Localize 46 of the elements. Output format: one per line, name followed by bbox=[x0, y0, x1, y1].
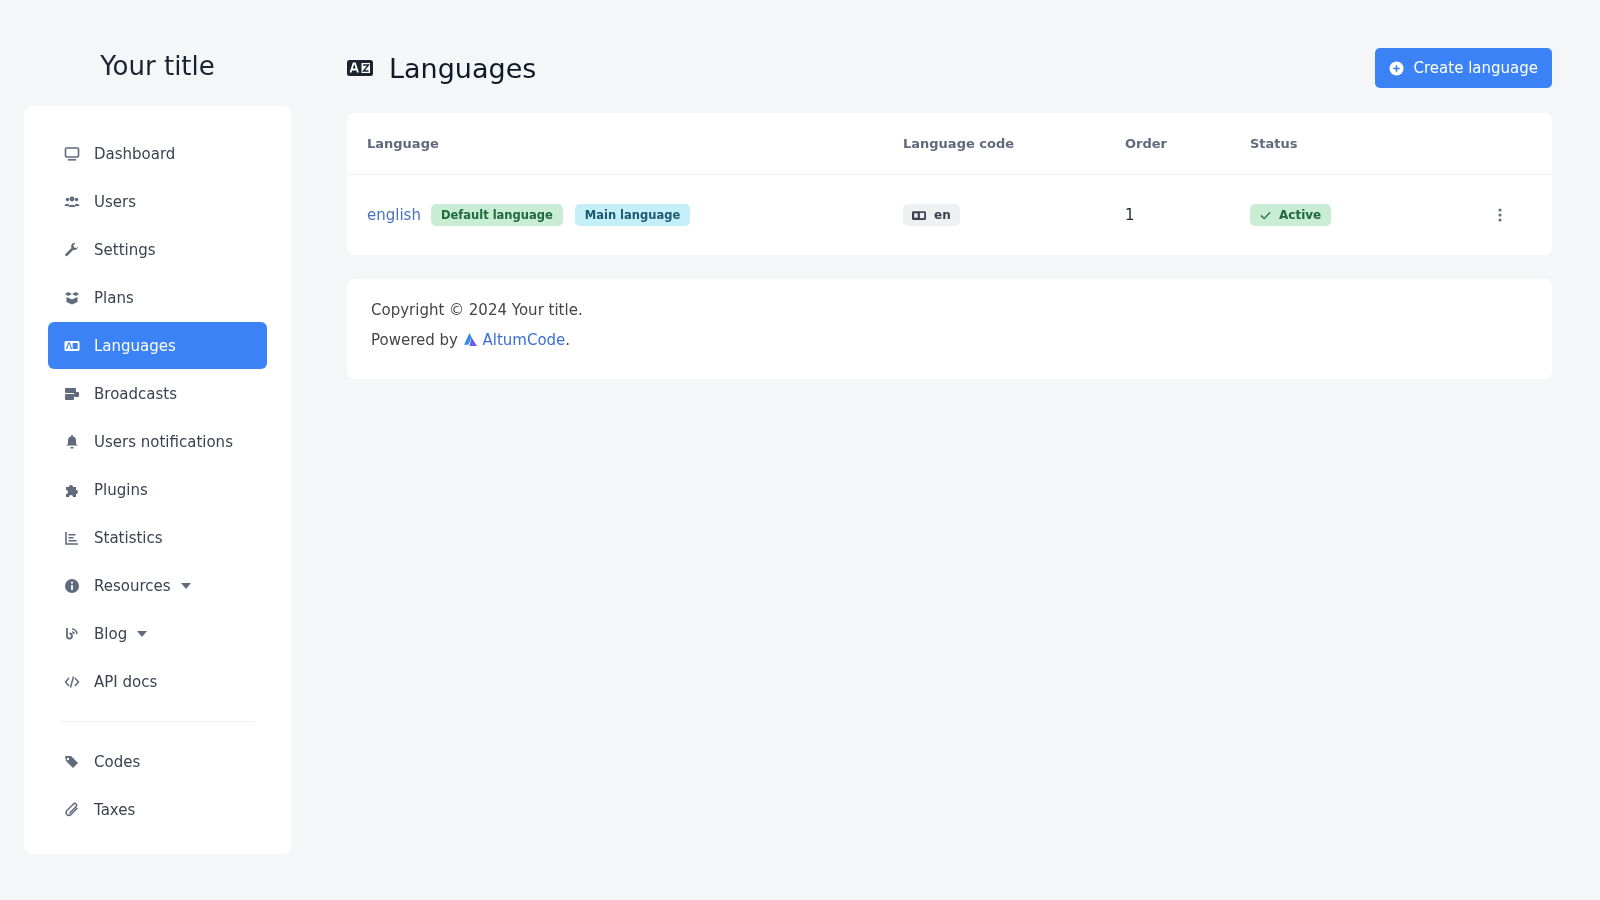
sidebar-item[interactable]: Resources bbox=[48, 562, 267, 609]
sidebar-item[interactable]: Statistics bbox=[48, 514, 267, 561]
language-link[interactable]: english bbox=[367, 206, 421, 224]
sidebar-item[interactable]: Languages bbox=[48, 322, 267, 369]
plus-circle-icon bbox=[1388, 60, 1404, 76]
column-header: Language code bbox=[903, 136, 1015, 151]
column-header: Language bbox=[367, 136, 439, 151]
feed-icon bbox=[64, 625, 80, 642]
sidebar-item[interactable]: Settings bbox=[48, 226, 267, 273]
copyright-text: Copyright © 2024 Your title. bbox=[371, 301, 584, 319]
language-icon bbox=[912, 210, 926, 220]
language-badge: Main language bbox=[574, 204, 691, 226]
create-language-button[interactable]: Create language bbox=[1374, 48, 1552, 88]
sidebar-item[interactable]: Users notifications bbox=[48, 418, 267, 465]
bell-icon bbox=[64, 433, 80, 450]
altumcode-link[interactable]: AltumCode bbox=[482, 331, 566, 349]
order-value: 1 bbox=[1125, 206, 1135, 224]
language-icon bbox=[347, 60, 373, 76]
sidebar-item[interactable]: Plugins bbox=[48, 466, 267, 513]
box-icon bbox=[64, 289, 80, 306]
wrench-icon bbox=[64, 241, 80, 258]
mail-icon bbox=[64, 385, 80, 402]
monitor-icon bbox=[64, 145, 80, 162]
powered-by-text: Powered by AltumCode. bbox=[371, 331, 572, 349]
status-badge: Active bbox=[1250, 204, 1332, 226]
sidebar-item[interactable]: Blog bbox=[48, 610, 267, 657]
chart-icon bbox=[64, 529, 80, 546]
tags-icon bbox=[64, 753, 80, 770]
column-header: Order bbox=[1125, 136, 1167, 151]
code-icon bbox=[64, 673, 80, 690]
sidebar-item[interactable]: Users bbox=[48, 178, 267, 225]
logo-icon bbox=[462, 332, 478, 347]
language-badge: Default language bbox=[430, 204, 563, 226]
paperclip-icon bbox=[64, 801, 80, 818]
sidebar-item[interactable]: API docs bbox=[48, 658, 267, 705]
site-title[interactable]: Your title bbox=[24, 49, 291, 83]
sidebar-item[interactable]: Taxes bbox=[48, 786, 267, 833]
sidebar-item[interactable]: Plans bbox=[48, 274, 267, 321]
sidebar-item[interactable]: Dashboard bbox=[48, 130, 267, 177]
info-icon bbox=[64, 577, 80, 594]
language-code-badge: en bbox=[903, 204, 960, 226]
sidebar-item[interactable]: Codes bbox=[48, 738, 267, 785]
column-header: Status bbox=[1250, 136, 1298, 151]
sidebar-item[interactable]: Broadcasts bbox=[48, 370, 267, 417]
page-title: Languages bbox=[389, 52, 537, 84]
check-icon bbox=[1260, 210, 1271, 220]
